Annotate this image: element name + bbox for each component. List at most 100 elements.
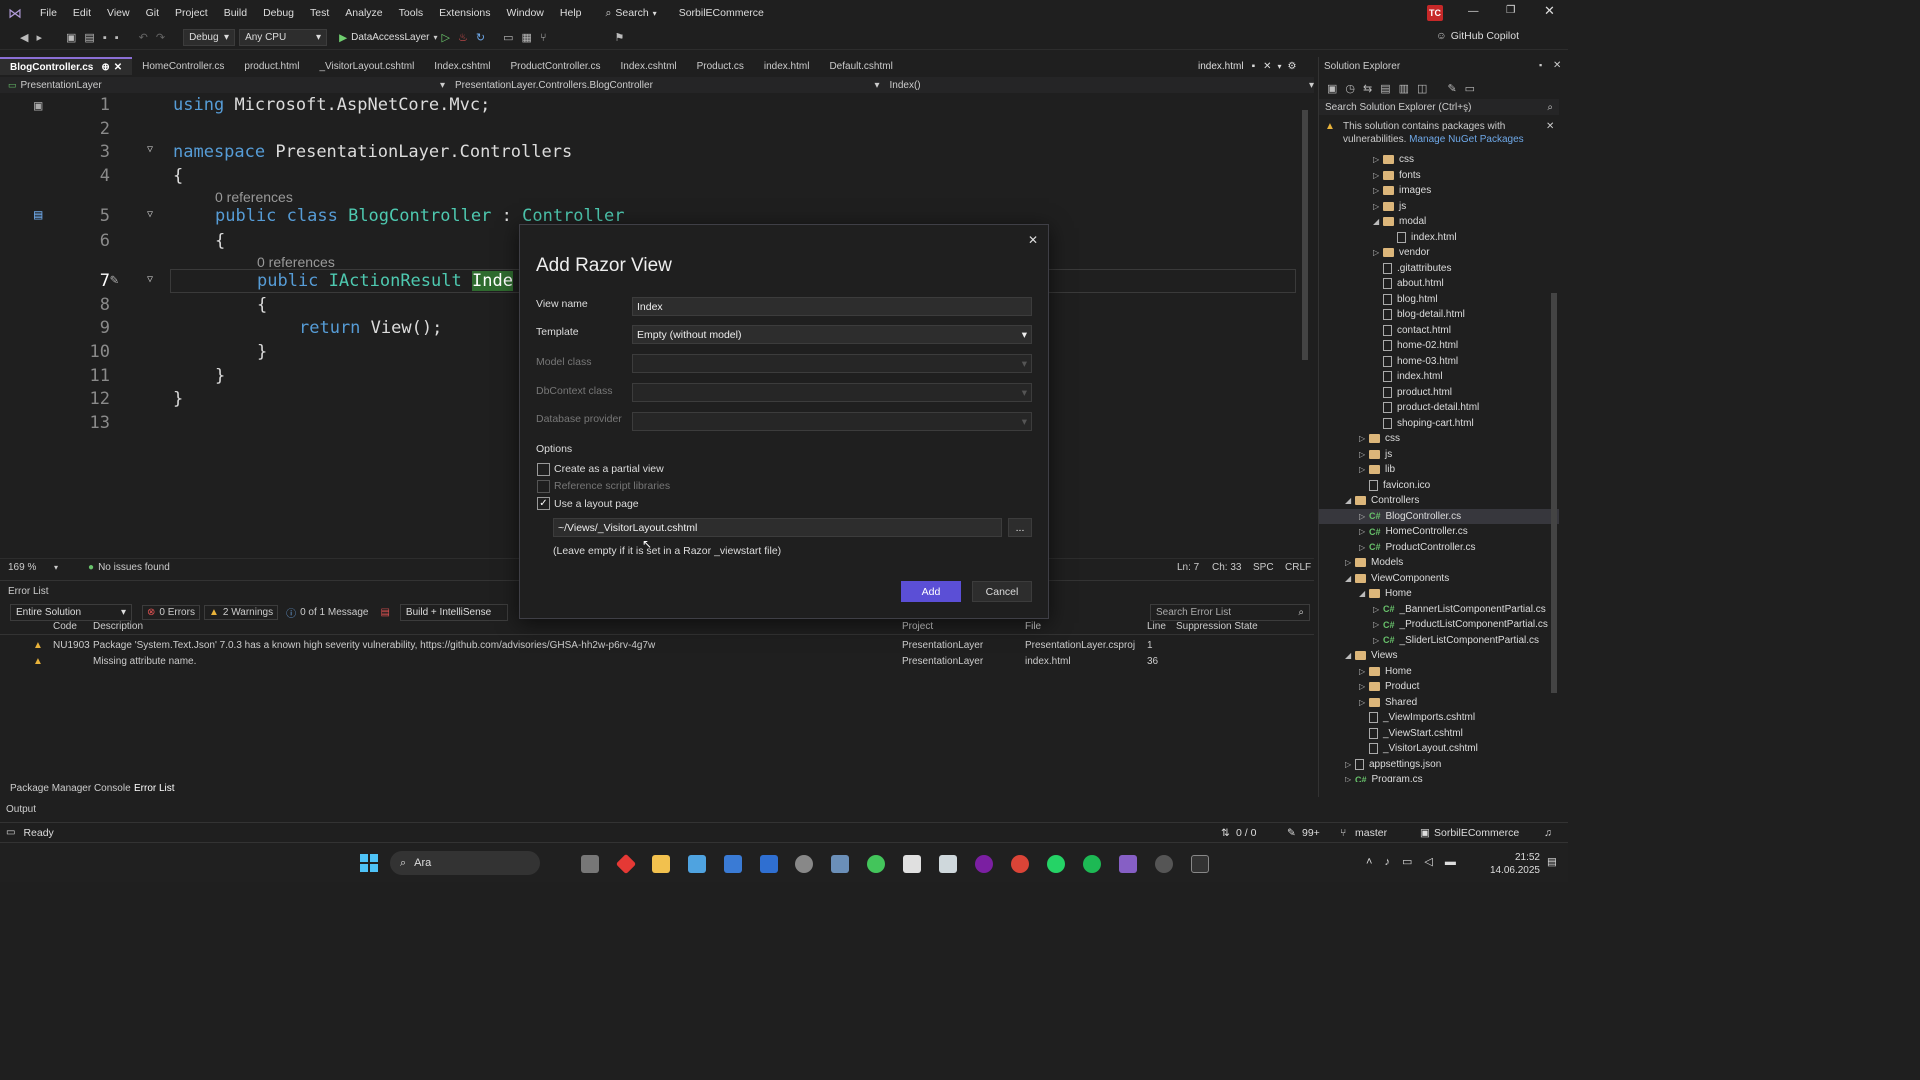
tree-item[interactable]: product.html: [1319, 385, 1559, 401]
pin-icon[interactable]: ▪: [1539, 60, 1542, 70]
error-row[interactable]: ▲ Missing attribute name. PresentationLa…: [0, 653, 1314, 669]
expand-arrow-icon[interactable]: ▷: [1359, 543, 1369, 552]
preview-icon[interactable]: ▭: [1465, 82, 1475, 95]
battery-icon[interactable]: ▬: [1445, 856, 1456, 868]
pending-changes-icon[interactable]: ⇆: [1363, 82, 1372, 95]
scope-select[interactable]: Entire Solution ▾: [10, 603, 132, 621]
bell-icon[interactable]: ♫: [1544, 827, 1552, 839]
document-tab[interactable]: product.html: [234, 57, 309, 75]
close-icon[interactable]: ✕: [1546, 121, 1554, 134]
tree-item[interactable]: _ViewStart.cshtml: [1319, 726, 1559, 742]
store-icon[interactable]: [760, 855, 778, 873]
gear-icon[interactable]: ⚙: [1288, 61, 1297, 72]
tree-item[interactable]: _ViewImports.cshtml: [1319, 710, 1559, 726]
model-class-select[interactable]: ▾: [632, 354, 1032, 373]
zoom-level[interactable]: 169 %: [8, 562, 54, 573]
branch-name[interactable]: master: [1355, 827, 1387, 839]
tree-item[interactable]: ▷ Product: [1319, 679, 1559, 695]
menu-item[interactable]: Git: [138, 7, 167, 19]
show-all-icon[interactable]: ▥: [1399, 82, 1409, 95]
dbcontext-select[interactable]: ▾: [632, 383, 1032, 402]
restore-button[interactable]: ❐: [1506, 4, 1515, 16]
column-description[interactable]: Description: [93, 621, 143, 632]
new-project-icon[interactable]: ▣: [62, 31, 80, 44]
tree-item[interactable]: shoping-cart.html: [1319, 416, 1559, 432]
expand-arrow-icon[interactable]: ▷: [1359, 667, 1369, 676]
view-name-input[interactable]: Index: [632, 297, 1032, 316]
whatsapp-icon[interactable]: [1047, 855, 1065, 873]
method-references[interactable]: 0 references: [257, 254, 335, 270]
tree-item[interactable]: ▷ lib: [1319, 462, 1559, 478]
tree-item[interactable]: ▷ vendor: [1319, 245, 1559, 261]
windows-start-icon[interactable]: [360, 854, 378, 872]
expand-arrow-icon[interactable]: ▷: [1359, 527, 1369, 536]
app-icon-chart[interactable]: [724, 855, 742, 873]
clock[interactable]: 21:52 14.06.2025: [1486, 851, 1540, 877]
visual-studio-icon[interactable]: [1119, 855, 1137, 873]
close-icon[interactable]: ✕: [1263, 61, 1271, 72]
tree-item[interactable]: ◢ modal: [1319, 214, 1559, 230]
tree-item[interactable]: ▷ C# HomeController.cs: [1319, 524, 1559, 540]
tree-item[interactable]: ◢ Home: [1319, 586, 1559, 602]
issues-status[interactable]: No issues found: [98, 562, 170, 573]
tree-item[interactable]: ▷ Models: [1319, 555, 1559, 571]
close-icon[interactable]: ✕: [1028, 233, 1038, 247]
vertical-scrollbar[interactable]: [1300, 100, 1310, 552]
db-provider-select[interactable]: ▾: [632, 412, 1032, 431]
browse-button[interactable]: ...: [1008, 518, 1032, 537]
tree-item[interactable]: product-detail.html: [1319, 400, 1559, 416]
app-icon-red[interactable]: [615, 853, 637, 875]
tree-item[interactable]: ◢ Views: [1319, 648, 1559, 664]
tab-error-list[interactable]: Error List: [134, 783, 175, 794]
tree-item[interactable]: ▷ Shared: [1319, 695, 1559, 711]
expand-arrow-icon[interactable]: ▷: [1373, 248, 1383, 257]
document-tab[interactable]: BlogController.cs ⊕ ✕: [0, 57, 133, 75]
display-icon[interactable]: ▭: [1402, 855, 1412, 868]
expand-arrow-icon[interactable]: ▷: [1373, 155, 1383, 164]
error-row[interactable]: ▲ NU1903 Package 'System.Text.Json' 7.0.…: [0, 637, 1314, 653]
menu-item[interactable]: Window: [499, 7, 552, 19]
partial-view-checkbox[interactable]: [537, 463, 550, 476]
notifications-count[interactable]: 99+: [1302, 827, 1320, 839]
filter-icon[interactable]: ▤: [380, 607, 389, 618]
pin-icon[interactable]: ⊕: [101, 62, 109, 73]
tab-output[interactable]: Output: [6, 804, 36, 815]
tree-item[interactable]: ▷ C# ProductController.cs: [1319, 540, 1559, 556]
add-button[interactable]: Add: [901, 581, 961, 602]
expand-arrow-icon[interactable]: ▷: [1373, 605, 1383, 614]
search-box[interactable]: ⌕ Search ▾: [606, 7, 657, 20]
column-project[interactable]: Project: [902, 621, 933, 632]
minimize-button[interactable]: —: [1468, 5, 1479, 17]
close-icon[interactable]: ✕: [1553, 60, 1561, 71]
menu-item[interactable]: Help: [552, 7, 590, 19]
tree-item[interactable]: ▷ C# _SliderListComponentPartial.cs: [1319, 633, 1559, 649]
hot-reload-icon[interactable]: ♨: [454, 31, 472, 44]
repo-name[interactable]: SorbilECommerce: [1434, 827, 1519, 839]
line-changes[interactable]: 0 / 0: [1236, 827, 1256, 839]
refresh-icon[interactable]: ↻: [472, 31, 489, 44]
expand-arrow-icon[interactable]: ▷: [1373, 186, 1383, 195]
redo-icon[interactable]: ↷: [152, 31, 169, 44]
task-view-icon[interactable]: [581, 855, 599, 873]
manage-nuget-link[interactable]: Manage NuGet Packages: [1409, 134, 1524, 145]
expand-arrow-icon[interactable]: ▷: [1345, 775, 1355, 782]
expand-arrow-icon[interactable]: ▷: [1359, 465, 1369, 474]
menu-item[interactable]: Project: [167, 7, 216, 19]
collapse-method-icon[interactable]: ▽: [147, 274, 153, 285]
chrome-icon[interactable]: [1011, 855, 1029, 873]
member-dropdown[interactable]: Index() ▾: [890, 80, 1315, 91]
solution-scrollbar[interactable]: [1551, 153, 1557, 773]
settings-icon[interactable]: [795, 855, 813, 873]
tree-item[interactable]: contact.html: [1319, 323, 1559, 339]
class-references[interactable]: 0 references: [215, 189, 293, 205]
copilot-button[interactable]: ☺ GitHub Copilot: [1436, 30, 1519, 42]
column-code[interactable]: Code: [53, 621, 77, 632]
view-toggle-icon[interactable]: ◫: [1417, 82, 1427, 95]
warnings-filter[interactable]: ▲ 2 Warnings: [203, 604, 279, 620]
cancel-button[interactable]: Cancel: [972, 581, 1032, 602]
bookmark-icon[interactable]: ⚑: [611, 31, 629, 44]
properties-icon[interactable]: ✎: [1447, 82, 1456, 95]
tree-item[interactable]: .gitattributes: [1319, 261, 1559, 277]
expand-arrow-icon[interactable]: ▷: [1359, 682, 1369, 691]
history-icon[interactable]: ◷: [1345, 82, 1355, 95]
